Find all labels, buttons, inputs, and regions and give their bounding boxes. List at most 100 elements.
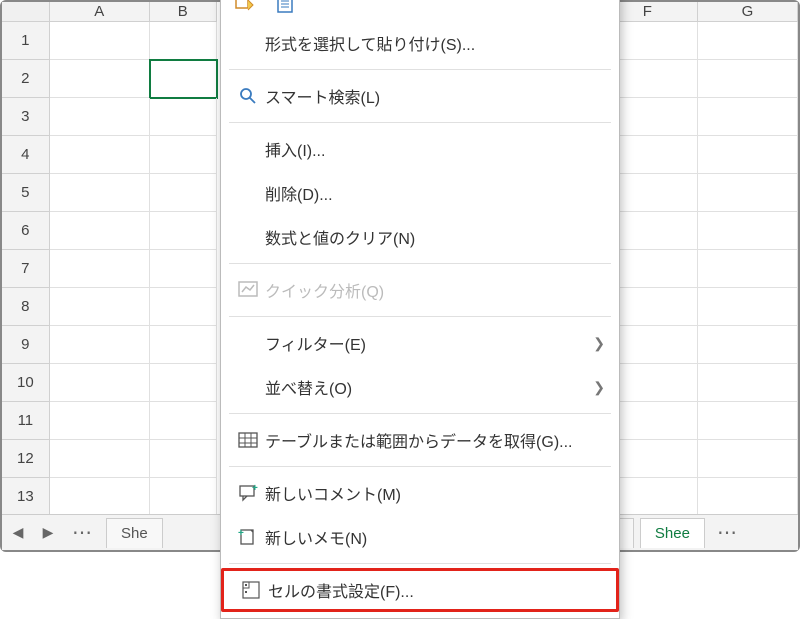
table-icon xyxy=(231,432,265,448)
sheet-tab-1[interactable]: She xyxy=(106,518,163,548)
row-header[interactable]: 4 xyxy=(2,136,50,174)
row-header[interactable]: 11 xyxy=(2,402,50,440)
cell[interactable] xyxy=(150,326,217,364)
chevron-right-icon: ❯ xyxy=(593,335,605,352)
menu-new-note[interactable]: + 新しいメモ(N) xyxy=(221,515,619,559)
sheet-tab-3[interactable]: Shee xyxy=(640,518,705,548)
sheet-nav-more[interactable]: ⋯ xyxy=(66,520,100,545)
menu-separator xyxy=(229,263,611,264)
cell[interactable] xyxy=(50,212,150,250)
cell[interactable] xyxy=(150,250,217,288)
menu-separator xyxy=(229,122,611,123)
cell[interactable] xyxy=(50,174,150,212)
menu-new-comment[interactable]: + 新しいコメント(M) xyxy=(221,471,619,515)
menu-format-cells[interactable]: セルの書式設定(F)... xyxy=(221,568,619,612)
menu-sort[interactable]: 並べ替え(O) ❯ xyxy=(221,365,619,409)
cell[interactable] xyxy=(698,174,798,212)
sheet-nav-next[interactable]: ▶ xyxy=(36,521,60,545)
cell[interactable] xyxy=(50,22,150,60)
menu-get-data[interactable]: テーブルまたは範囲からデータを取得(G)... xyxy=(221,418,619,462)
menu-quick-analysis-label: クイック分析(Q) xyxy=(265,278,605,302)
cell[interactable] xyxy=(698,22,798,60)
cell[interactable] xyxy=(698,402,798,440)
row-header[interactable]: 10 xyxy=(2,364,50,402)
menu-delete-label: 削除(D)... xyxy=(265,181,605,205)
cell[interactable] xyxy=(150,212,217,250)
menu-new-comment-label: 新しいコメント(M) xyxy=(265,481,605,505)
chevron-right-icon: ❯ xyxy=(593,379,605,396)
cell[interactable] xyxy=(50,288,150,326)
col-header-G[interactable]: G xyxy=(698,2,798,22)
menu-insert-label: 挿入(I)... xyxy=(265,137,605,161)
cell[interactable] xyxy=(50,60,150,98)
cell[interactable] xyxy=(50,136,150,174)
cell[interactable] xyxy=(50,98,150,136)
cell[interactable] xyxy=(50,250,150,288)
row-header[interactable]: 2 xyxy=(2,60,50,98)
menu-separator xyxy=(229,413,611,414)
cell[interactable] xyxy=(150,136,217,174)
cell[interactable] xyxy=(150,174,217,212)
cell[interactable] xyxy=(150,364,217,402)
cell[interactable] xyxy=(698,364,798,402)
row-header[interactable]: 8 xyxy=(2,288,50,326)
cell[interactable] xyxy=(698,212,798,250)
row-header[interactable]: 7 xyxy=(2,250,50,288)
menu-new-note-label: 新しいメモ(N) xyxy=(265,525,605,549)
paste-brush-icon[interactable] xyxy=(231,0,259,15)
menu-paste-special[interactable]: 形式を選択して貼り付け(S)... xyxy=(221,21,619,65)
cell[interactable] xyxy=(50,478,150,516)
cell[interactable] xyxy=(150,288,217,326)
col-header-B[interactable]: B xyxy=(150,2,217,22)
cell[interactable] xyxy=(698,98,798,136)
comment-icon: + xyxy=(231,484,265,502)
svg-text:+: + xyxy=(238,528,244,539)
cell[interactable] xyxy=(698,440,798,478)
cell[interactable] xyxy=(698,478,798,516)
menu-separator xyxy=(229,69,611,70)
row-header[interactable]: 5 xyxy=(2,174,50,212)
cell[interactable] xyxy=(150,402,217,440)
svg-text:+: + xyxy=(252,484,258,494)
cell[interactable] xyxy=(150,478,217,516)
cell[interactable] xyxy=(150,22,217,60)
quick-analysis-icon xyxy=(231,281,265,299)
menu-format-cells-label: セルの書式設定(F)... xyxy=(268,578,602,602)
paste-clipboard-icon[interactable] xyxy=(273,0,301,15)
menu-smart-lookup-label: スマート検索(L) xyxy=(265,84,605,108)
paste-icon-row xyxy=(221,0,619,21)
row-header[interactable]: 12 xyxy=(2,440,50,478)
row-header[interactable]: 6 xyxy=(2,212,50,250)
row-header[interactable]: 9 xyxy=(2,326,50,364)
select-all-corner[interactable] xyxy=(2,2,50,22)
cell[interactable] xyxy=(150,98,217,136)
cell[interactable] xyxy=(698,136,798,174)
menu-filter[interactable]: フィルター(E) ❯ xyxy=(221,321,619,365)
context-menu: 形式を選択して貼り付け(S)... スマート検索(L) 挿入(I)... 削除(… xyxy=(220,0,620,619)
menu-delete[interactable]: 削除(D)... xyxy=(221,171,619,215)
menu-smart-lookup[interactable]: スマート検索(L) xyxy=(221,74,619,118)
cell[interactable] xyxy=(698,326,798,364)
sheet-nav-prev[interactable]: ◀ xyxy=(6,521,30,545)
menu-sort-label: 並べ替え(O) xyxy=(265,375,593,399)
cell[interactable] xyxy=(150,440,217,478)
cell[interactable] xyxy=(50,364,150,402)
cell[interactable] xyxy=(698,288,798,326)
cell[interactable] xyxy=(50,440,150,478)
cell[interactable] xyxy=(698,60,798,98)
cell[interactable] xyxy=(50,326,150,364)
cell[interactable] xyxy=(50,402,150,440)
menu-clear[interactable]: 数式と値のクリア(N) xyxy=(221,215,619,259)
menu-paste-special-label: 形式を選択して貼り付け(S)... xyxy=(265,31,605,55)
menu-insert[interactable]: 挿入(I)... xyxy=(221,127,619,171)
sheet-tab-overflow[interactable]: ⋯ xyxy=(711,520,745,545)
search-icon xyxy=(231,86,265,106)
row-header[interactable]: 3 xyxy=(2,98,50,136)
cell[interactable] xyxy=(150,60,217,98)
row-header[interactable]: 13 xyxy=(2,478,50,516)
col-header-A[interactable]: A xyxy=(50,2,150,22)
format-cells-icon xyxy=(234,581,268,599)
menu-separator xyxy=(229,316,611,317)
cell[interactable] xyxy=(698,250,798,288)
row-header[interactable]: 1 xyxy=(2,22,50,60)
